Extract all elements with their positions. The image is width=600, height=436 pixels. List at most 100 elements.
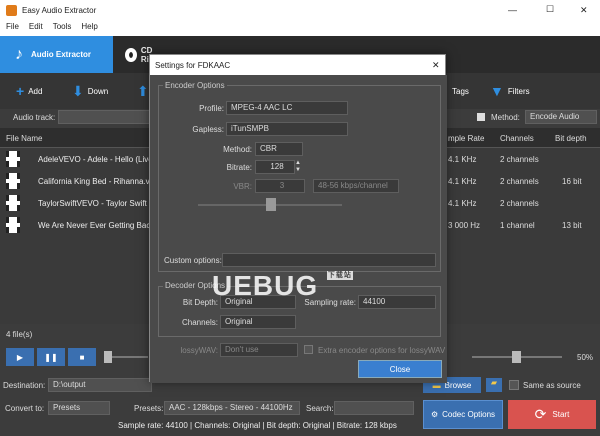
funnel-icon: ▼ [490,83,504,99]
maximize-button[interactable]: ☐ [546,4,554,15]
app-icon [6,5,17,16]
bit-depth-label: Bit Depth: [182,298,218,307]
bitrate-input[interactable]: 128 [255,160,295,174]
arrow-up-icon: ⬆ [137,82,149,99]
presets-select[interactable]: AAC - 128kbps - Stereo - 44100Hz [164,401,300,415]
browse-label: Browse [444,380,472,390]
play-icon: ▶ [16,352,24,362]
presets-label: Presets: [134,404,164,413]
film-icon [6,195,20,211]
dialog-close-label: Close [389,364,411,374]
extra-options-checkbox[interactable] [304,345,313,354]
music-note-icon: ♪ [15,45,23,63]
method-select-dlg[interactable]: CBR [255,142,303,156]
row-file-name: California King Bed - Rihanna.v [38,176,150,186]
tags-button[interactable]: Tags [452,73,469,109]
destination-input[interactable]: D:\output [48,378,152,392]
plus-icon: + [16,83,25,99]
row-file-name: TaylorSwiftVEVO - Taylor Swift - [38,198,152,208]
header-sample-rate[interactable]: mple Rate [448,134,484,143]
start-button[interactable]: ⟳ Start [508,400,596,429]
extra-options-label: Extra encoder options for lossyWAV [318,346,446,355]
codec-options-button[interactable]: ⚙ Codec Options [423,400,503,429]
window-title: Easy Audio Extractor [22,6,97,15]
filters-button[interactable]: ▼ Filters [490,73,530,109]
lossywav-label: lossyWAV: [180,346,218,355]
tab-audio-extractor-label: Audio Extractor [31,50,92,59]
method-label: Method: [491,113,520,122]
header-channels[interactable]: Channels [500,134,534,143]
row-channels: 2 channels [500,199,539,208]
seek-bar[interactable] [108,356,148,358]
filters-label: Filters [507,86,530,96]
minimize-button[interactable]: — [508,5,517,15]
audio-track-label: Audio track: [13,113,56,122]
watermark-subtext: 下载站 [326,271,353,280]
watermark-logo: UEBUG 下载站 [212,270,353,302]
search-input[interactable] [334,401,414,415]
vbr-slider-handle[interactable] [266,198,276,211]
row-channels: 1 channel [500,221,535,230]
gear-icon: ⚙ [430,410,439,419]
vbr-info: 48-56 kbps/channel [313,179,399,193]
same-as-source-label: Same as source [523,381,581,390]
search-label: Search: [306,404,334,413]
menu-help[interactable]: Help [81,22,97,31]
bitrate-spinner[interactable]: ▲ ▼ [295,160,303,174]
row-sample-rate: 3 000 Hz [448,221,481,230]
row-bit-depth: 16 bit [562,177,582,186]
seek-handle[interactable] [104,351,112,363]
row-sample-rate: 4.1 KHz [448,155,477,164]
header-file-name[interactable]: File Name [6,134,42,143]
header-bit-depth[interactable]: Bit depth [555,134,587,143]
stop-button[interactable]: ■ [68,348,96,366]
dialog-close-button[interactable]: Close [358,360,442,378]
close-window-button[interactable]: ✕ [580,5,588,16]
lossywav-select[interactable]: Don't use [220,343,298,357]
pause-button[interactable]: ❚❚ [37,348,65,366]
file-count: 4 file(s) [6,330,33,339]
gapless-label: Gapless: [192,125,224,134]
row-channels: 2 channels [500,177,539,186]
custom-options-label: Custom options: [164,256,222,265]
watermark-text: UEBUG [212,270,319,301]
add-button[interactable]: + Add [16,73,42,109]
profile-select[interactable]: MPEG-4 AAC LC [226,101,348,115]
pause-icon: ❚❚ [44,352,58,362]
film-icon [6,173,20,189]
method-select[interactable]: Encode Audio [525,110,597,124]
volume-handle[interactable] [512,351,521,363]
down-label: Down [87,86,109,96]
convert-to-select[interactable]: Presets [48,401,110,415]
row-channels: 2 channels [500,155,539,164]
custom-options-input[interactable] [222,253,436,267]
menu-file[interactable]: File [6,22,19,31]
settings-dialog: Settings for FDKAAC ✕ Encoder Options Pr… [149,54,447,383]
menu-edit[interactable]: Edit [29,22,43,31]
bitrate-label: Bitrate: [226,163,252,172]
open-folder-button[interactable]: ▰ [486,378,502,392]
start-label: Start [552,410,570,419]
same-as-source-checkbox[interactable] [509,380,519,390]
convert-to-label: Convert to: [5,404,45,413]
row-file-name: AdeleVEVO - Adele - Hello (Live [38,154,153,164]
profile-label: Profile: [199,104,224,113]
add-label: Add [28,86,43,96]
audio-track-select[interactable] [58,110,150,124]
vbr-input[interactable]: 3 [255,179,305,193]
row-sample-rate: 4.1 KHz [448,177,477,186]
dialog-body: Encoder Options Profile: MPEG-4 AAC LC G… [150,75,447,383]
gapless-select[interactable]: iTunSMPB [226,122,348,136]
film-icon [6,151,20,167]
encoder-group-label: Encoder Options [163,81,227,90]
channels-select-dlg[interactable]: Original [220,315,296,329]
menu-tools[interactable]: Tools [53,22,72,31]
play-button[interactable]: ▶ [6,348,34,366]
menu-bar: File Edit Tools Help [0,22,600,36]
dialog-close-icon[interactable]: ✕ [432,60,440,71]
row-bit-depth: 13 bit [562,221,582,230]
tab-audio-extractor[interactable]: ♪ Audio Extractor [0,36,113,73]
dialog-title-bar: Settings for FDKAAC ✕ [150,55,445,75]
down-button[interactable]: ⬇ Down [72,73,108,109]
sampling-rate-select[interactable]: 44100 [358,295,436,309]
